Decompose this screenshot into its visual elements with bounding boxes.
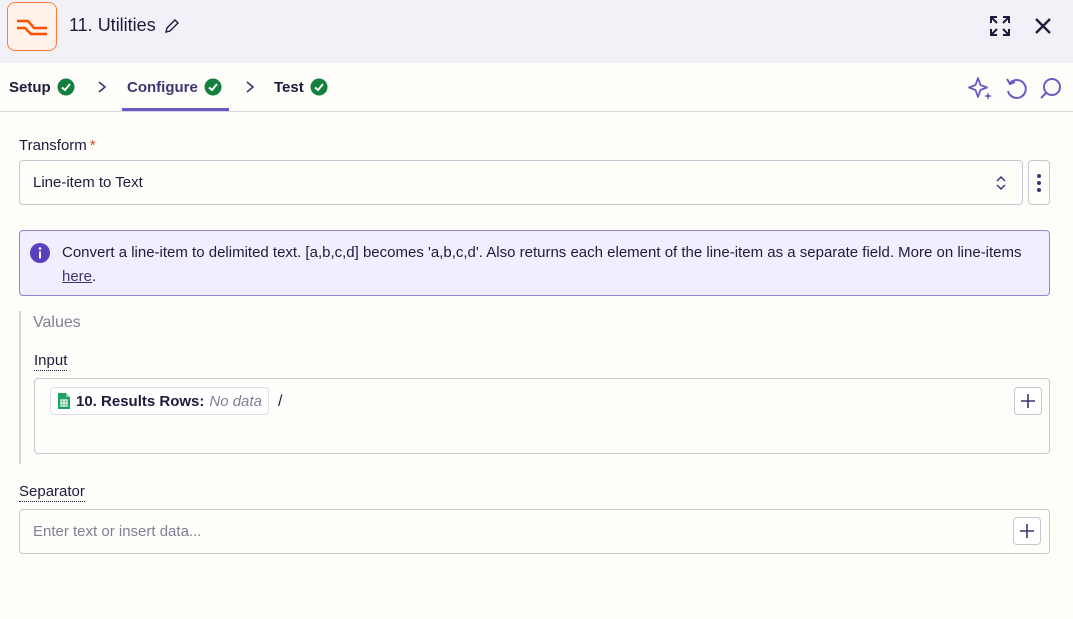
chevron-right-icon [98,81,107,93]
active-tab-indicator [122,108,229,111]
values-group-bar [19,311,21,464]
separator-label-text: Separator [19,483,85,502]
check-circle-icon [57,78,75,96]
dot [1037,187,1041,192]
input-label-text: Input [34,352,68,371]
info-text-body: Convert a line-item to delimited text. [… [62,244,1022,261]
insert-data-button[interactable] [1014,387,1042,415]
expand-button[interactable] [986,12,1014,40]
step-title-text: 11. Utilities [69,15,156,35]
info-callout: Convert a line-item to delimited text. [… [19,230,1050,296]
undo-icon[interactable] [1003,75,1029,101]
required-marker: * [89,137,96,154]
pill-label: 10. Results Rows: [76,392,205,410]
step-header: 11. Utilities [0,0,1073,63]
check-circle-icon [310,78,328,96]
pill-value: No data [209,392,262,410]
select-arrows-icon [996,175,1006,191]
dot [1037,180,1041,185]
transform-label-text: Transform [19,137,87,154]
expand-icon [990,16,1010,36]
info-text: Convert a line-item to delimited text. [… [62,241,1042,289]
step-tabs: Setup Configure Test [0,63,1073,112]
tab-label: Test [274,78,304,96]
data-pill[interactable]: 10. Results Rows: No data [50,387,269,415]
separator-insert-data-button[interactable] [1013,517,1041,545]
plus-icon [1021,394,1035,408]
close-icon [1035,18,1051,34]
here-link[interactable]: here [62,268,92,285]
tab-label: Configure [127,78,198,96]
check-circle-icon [204,78,222,96]
chevron-right-icon [246,81,255,93]
google-sheets-icon [58,393,70,409]
dot [1037,173,1041,178]
separator-input[interactable] [19,509,1050,554]
ai-sparkle-icon[interactable] [967,75,993,101]
pencil-icon[interactable] [164,18,180,34]
tab-configure[interactable]: Configure [127,63,222,111]
close-button[interactable] [1029,12,1057,40]
values-title: Values [33,314,81,331]
info-text-suffix: . [92,268,97,285]
transform-select[interactable]: Line-item to Text [19,160,1023,205]
input-field[interactable]: 10. Results Rows: No data / [34,378,1050,454]
tab-label: Setup [9,78,51,96]
input-trailing-text: / [278,393,283,410]
comment-icon[interactable] [1038,75,1064,101]
info-icon [30,243,50,263]
tab-setup[interactable]: Setup [9,63,75,111]
formatter-icon [7,2,57,51]
transform-label: Transform * [19,137,96,154]
more-options-button[interactable] [1028,160,1050,205]
transform-selected-value: Line-item to Text [33,174,143,191]
plus-icon [1020,524,1034,538]
input-label: Input [34,352,68,371]
step-title[interactable]: 11. Utilities [69,15,180,36]
separator-label: Separator [19,483,85,502]
tab-test[interactable]: Test [274,63,328,111]
